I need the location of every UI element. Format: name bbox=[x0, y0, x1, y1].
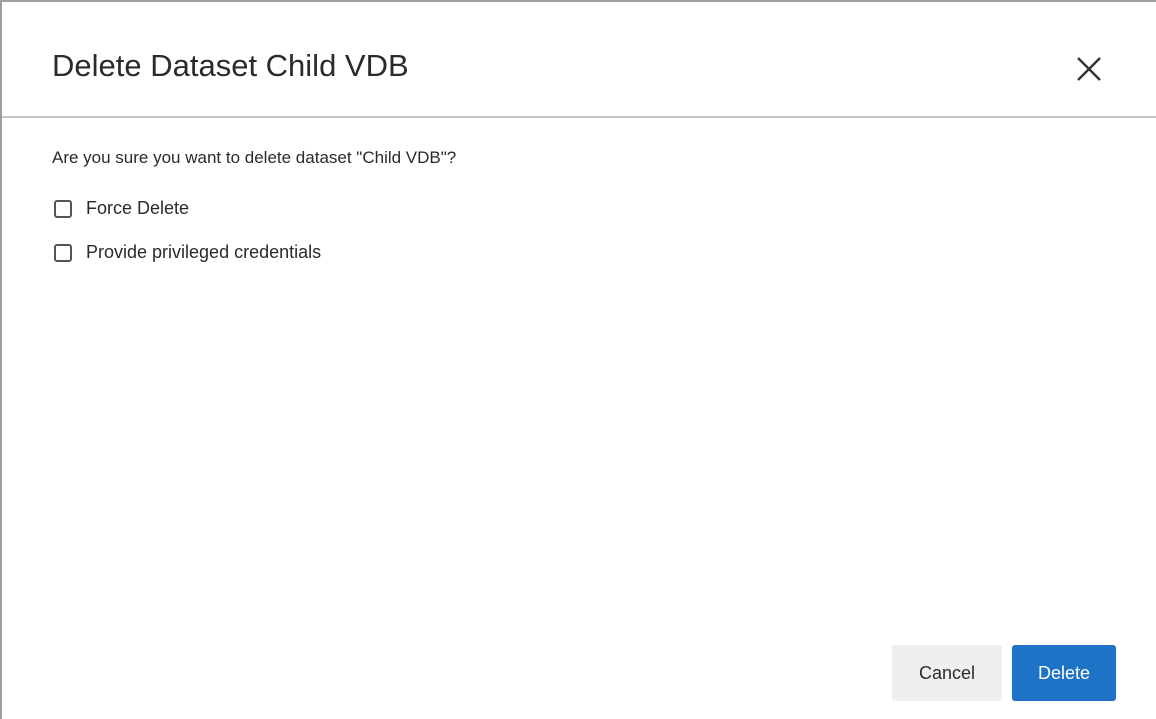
cancel-button[interactable]: Cancel bbox=[892, 645, 1002, 701]
force-delete-label: Force Delete bbox=[86, 198, 190, 218]
close-button[interactable] bbox=[1074, 54, 1104, 84]
force-delete-checkbox[interactable] bbox=[54, 199, 72, 218]
close-icon bbox=[1077, 57, 1101, 81]
privileged-credentials-label: Provide privileged credentials bbox=[86, 242, 322, 262]
privileged-credentials-option[interactable]: Provide privileged credentials bbox=[54, 242, 321, 263]
dialog-title: Delete Dataset Child VDB bbox=[52, 48, 409, 83]
delete-button[interactable]: Delete bbox=[1012, 645, 1116, 701]
delete-dataset-dialog: Delete Dataset Child VDB Are you sure yo… bbox=[0, 0, 1156, 719]
dialog-header: Delete Dataset Child VDB bbox=[2, 2, 1156, 118]
privileged-credentials-checkbox[interactable] bbox=[54, 243, 72, 262]
dialog-footer: Cancel Delete bbox=[892, 645, 1116, 701]
force-delete-option[interactable]: Force Delete bbox=[54, 198, 189, 219]
confirmation-message: Are you sure you want to delete dataset … bbox=[52, 148, 457, 167]
